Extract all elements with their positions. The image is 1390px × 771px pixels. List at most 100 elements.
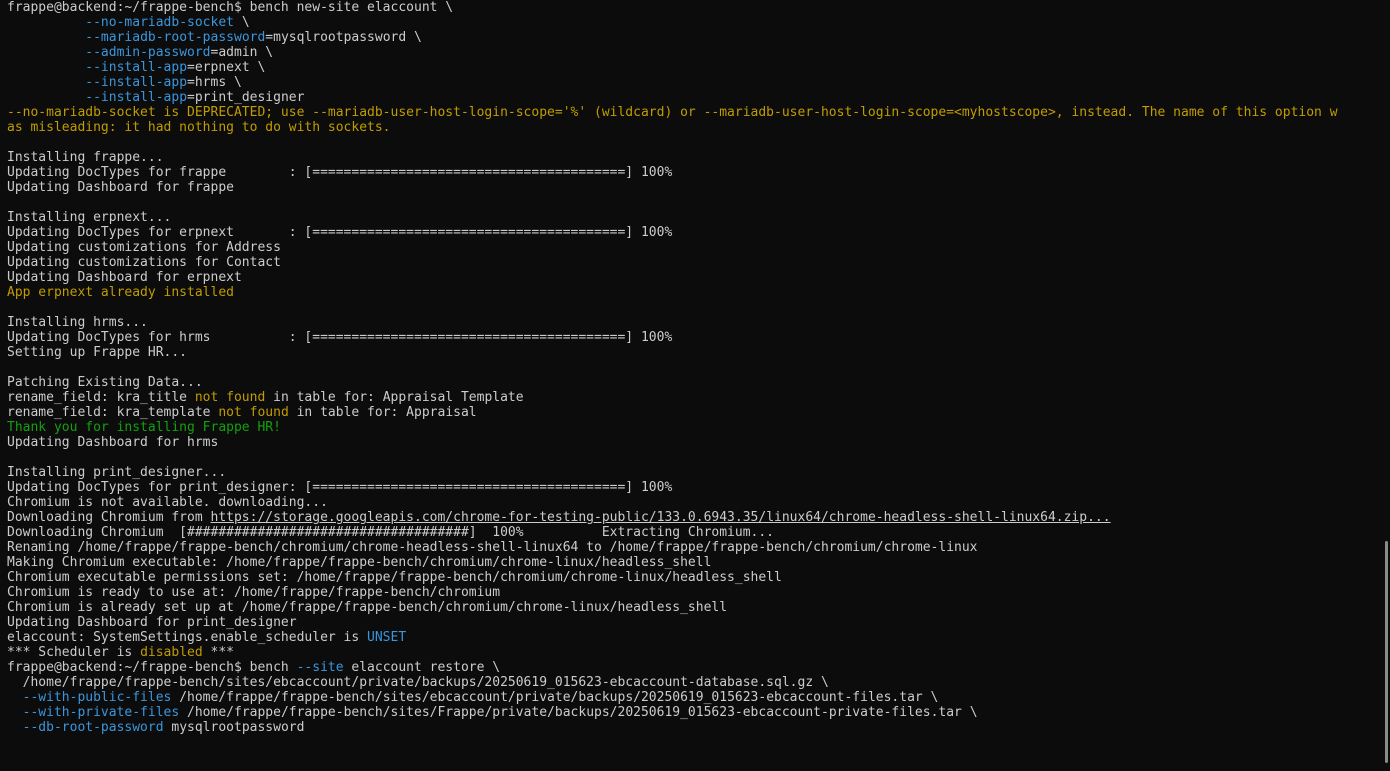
terminal-text-segment: Installing erpnext... — [7, 210, 172, 225]
terminal-text-segment: Renaming /home/frappe/frappe-bench/chrom… — [7, 540, 978, 555]
terminal-line: --install-app=erpnext \ — [7, 60, 1390, 75]
terminal-text-segment: =erpnext \ — [187, 60, 266, 75]
terminal-line: --db-root-password mysqlrootpassword — [7, 720, 1390, 735]
terminal-text-segment: rename_field: kra_template — [7, 405, 219, 420]
terminal-text-segment: --install-app — [85, 60, 188, 75]
terminal-line: rename_field: kra_title not found in tab… — [7, 390, 1390, 405]
terminal-text-segment: Downloading Chromium [##################… — [7, 525, 775, 540]
terminal-text-segment: Chromium is not available. downloading..… — [7, 495, 328, 510]
terminal-text-segment: =print_designer — [187, 90, 305, 105]
download-url-link[interactable]: https://storage.googleapis.com/chrome-fo… — [211, 510, 1111, 525]
terminal-text-segment: Updating DocTypes for frappe : [========… — [7, 165, 673, 180]
terminal-text-segment: --admin-password — [85, 45, 211, 60]
terminal-text-segment: Setting up Frappe HR... — [7, 345, 188, 360]
terminal-text-segment: --no-mariadb-socket — [85, 15, 234, 30]
terminal-line: Downloading Chromium from https://storag… — [7, 510, 1390, 525]
terminal-line: Chromium executable permissions set: /ho… — [7, 570, 1390, 585]
terminal-text-segment: disabled — [140, 645, 203, 660]
terminal-line: App erpnext already installed — [7, 285, 1390, 300]
terminal-text-segment: --db-root-password — [22, 720, 164, 735]
terminal-line: --no-mariadb-socket \ — [7, 15, 1390, 30]
terminal-text-segment: frappe@backend:~/frappe-bench$ bench — [7, 660, 297, 675]
terminal-text-segment: Chromium executable permissions set: /ho… — [7, 570, 782, 585]
terminal-line: Thank you for installing Frappe HR! — [7, 420, 1390, 435]
terminal-text-segment: Updating Dashboard for erpnext — [7, 270, 242, 285]
terminal-text-segment: *** — [202, 645, 235, 660]
terminal-text-segment: elaccount restore \ — [343, 660, 501, 675]
terminal-line: Installing print_designer... — [7, 465, 1390, 480]
terminal-text-segment: \ — [234, 15, 250, 30]
scrollbar-track[interactable] — [1382, 0, 1390, 771]
terminal-text-segment: --with-public-files — [22, 690, 172, 705]
terminal-text-segment: Chromium is already set up at /home/frap… — [7, 600, 728, 615]
terminal-text-segment: elaccount: SystemSettings.enable_schedul… — [7, 630, 368, 645]
terminal-line: Downloading Chromium [##################… — [7, 525, 1390, 540]
terminal-line: Making Chromium executable: /home/frappe… — [7, 555, 1390, 570]
terminal-line: --mariadb-root-password=mysqlrootpasswor… — [7, 30, 1390, 45]
terminal-line: Installing erpnext... — [7, 210, 1390, 225]
terminal-text-segment: Updating DocTypes for hrms : [==========… — [7, 330, 673, 345]
terminal-text-segment: Thank you for installing Frappe HR! — [7, 420, 281, 435]
terminal-window[interactable]: frappe@backend:~/frappe-bench$ bench new… — [0, 0, 1390, 771]
terminal-text-segment: Updating Dashboard for print_designer — [7, 615, 297, 630]
terminal-line: *** Scheduler is disabled *** — [7, 645, 1390, 660]
terminal-text-segment: as misleading: it had nothing to do with… — [7, 120, 391, 135]
terminal-line: --install-app=print_designer — [7, 90, 1390, 105]
terminal-line: --with-public-files /home/frappe/frappe-… — [7, 690, 1390, 705]
terminal-text-segment: UNSET — [367, 630, 407, 645]
terminal-text-segment: Installing print_designer... — [7, 465, 227, 480]
terminal-line: Chromium is not available. downloading..… — [7, 495, 1390, 510]
terminal-text-segment: --site — [296, 660, 344, 675]
terminal-text-segment: Updating Dashboard for hrms — [7, 435, 219, 450]
terminal-text-segment: Making Chromium executable: /home/frappe… — [7, 555, 712, 570]
terminal-line: frappe@backend:~/frappe-bench$ bench new… — [7, 0, 1390, 15]
terminal-text-segment: Chromium is ready to use at: /home/frapp… — [7, 585, 501, 600]
terminal-line: --no-mariadb-socket is DEPRECATED; use -… — [7, 105, 1390, 120]
terminal-line: Updating Dashboard for print_designer — [7, 615, 1390, 630]
terminal-line: --admin-password=admin \ — [7, 45, 1390, 60]
terminal-line: Updating customizations for Address — [7, 240, 1390, 255]
terminal-text-segment: --mariadb-root-password — [85, 30, 266, 45]
terminal-line: Chromium is ready to use at: /home/frapp… — [7, 585, 1390, 600]
terminal-line: Updating DocTypes for frappe : [========… — [7, 165, 1390, 180]
terminal-line: Updating Dashboard for frappe — [7, 180, 1390, 195]
terminal-text-segment: Downloading Chromium from — [7, 510, 211, 525]
terminal-line: Installing hrms... — [7, 315, 1390, 330]
terminal-line: rename_field: kra_template not found in … — [7, 405, 1390, 420]
terminal-text-segment: Updating customizations for Address — [7, 240, 281, 255]
terminal-line: Updating DocTypes for hrms : [==========… — [7, 330, 1390, 345]
terminal-line: as misleading: it had nothing to do with… — [7, 120, 1390, 135]
terminal-line: --with-private-files /home/frappe/frappe… — [7, 705, 1390, 720]
terminal-text-segment: --no-mariadb-socket is DEPRECATED; use -… — [7, 105, 1338, 120]
terminal-line: Renaming /home/frappe/frappe-bench/chrom… — [7, 540, 1390, 555]
terminal-text-segment: /home/frappe/frappe-bench/sites/ebcaccou… — [7, 675, 829, 690]
terminal-output[interactable]: frappe@backend:~/frappe-bench$ bench new… — [7, 0, 1390, 735]
terminal-text-segment: =mysqlrootpassword \ — [265, 30, 422, 45]
terminal-line: frappe@backend:~/frappe-bench$ bench --s… — [7, 660, 1390, 675]
terminal-text-segment: not found — [218, 405, 289, 420]
terminal-line: Updating customizations for Contact — [7, 255, 1390, 270]
terminal-line: Setting up Frappe HR... — [7, 345, 1390, 360]
terminal-text-segment: frappe@backend:~/frappe-bench$ bench new… — [7, 0, 454, 15]
terminal-text-segment: Patching Existing Data... — [7, 375, 203, 390]
terminal-line: Patching Existing Data... — [7, 375, 1390, 390]
terminal-text-segment: --with-private-files — [22, 705, 180, 720]
terminal-line: Installing frappe... — [7, 150, 1390, 165]
terminal-text-segment: App erpnext already installed — [7, 285, 234, 300]
terminal-text-segment: rename_field: kra_title — [7, 390, 195, 405]
scrollbar-thumb[interactable] — [1385, 541, 1388, 763]
terminal-text-segment: --install-app — [85, 75, 188, 90]
terminal-line: Chromium is already set up at /home/frap… — [7, 600, 1390, 615]
terminal-line: Updating DocTypes for erpnext : [=======… — [7, 225, 1390, 240]
terminal-text-segment: =admin \ — [210, 45, 274, 60]
